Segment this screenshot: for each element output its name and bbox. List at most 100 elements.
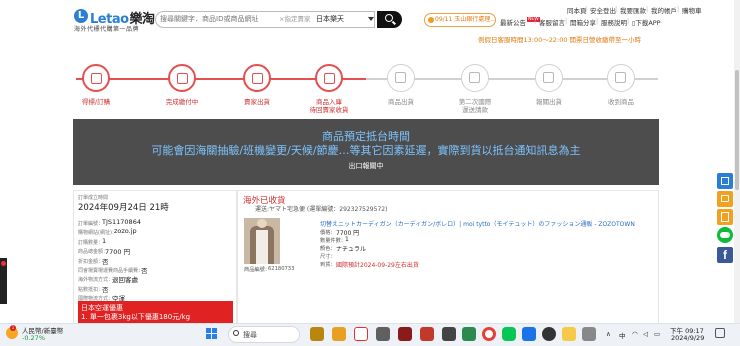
taskbar xyxy=(0,323,740,346)
truck-icon xyxy=(252,73,263,84)
taskbar-search[interactable] xyxy=(228,326,300,343)
start-button[interactable] xyxy=(205,327,219,341)
product-image[interactable] xyxy=(244,218,280,264)
folder-icon[interactable] xyxy=(332,327,346,341)
tracking-info[interactable]: 運送:ヤマト宅急便 (運單編號：292327529572) xyxy=(255,204,387,213)
announcement-pill[interactable]: 09/11 玉山銀行處理... xyxy=(424,13,496,27)
link-support[interactable]: 客服留言 xyxy=(539,17,565,27)
link-unboxing[interactable]: 開箱分享 xyxy=(570,17,596,27)
media-icon[interactable] xyxy=(398,327,412,341)
camera-icon[interactable] xyxy=(542,327,556,341)
step-label: 賣家出貨 xyxy=(244,98,270,106)
clock-icon xyxy=(428,17,434,23)
fee-label: 同會場賣場運費商品手續費： xyxy=(78,268,144,274)
order-id: TJS1170864 xyxy=(102,218,141,226)
product-link[interactable]: 切替えニットカーディガン（カーディガン/ボレロ）| moi tytto（モイテュ… xyxy=(320,219,635,228)
item-id: 62180733 xyxy=(268,266,295,272)
store-icon[interactable] xyxy=(442,327,456,341)
site-select[interactable]: 日本樂天 xyxy=(316,13,376,26)
pdf-icon[interactable] xyxy=(420,327,434,341)
line-button[interactable] xyxy=(717,227,733,243)
logo-tagline: 海外代標代購第一品牌 xyxy=(74,26,140,33)
color-label: 顏色： xyxy=(320,246,336,252)
order-date-label: 訂單成立時間 xyxy=(78,195,109,201)
banner-message: 可能會因海關抽驗/班機變更/天候/節慶…等其它因素延遲，實際到貨以抵台通知訊息為… xyxy=(151,144,581,157)
size-label: 尺寸： xyxy=(320,254,336,260)
app-icon[interactable] xyxy=(354,327,368,341)
chat-icon xyxy=(721,195,729,202)
sheets-icon[interactable] xyxy=(462,327,476,341)
note-button[interactable] xyxy=(717,209,733,225)
clock-date[interactable]: 2024/9/29 xyxy=(671,334,704,342)
ship-icon xyxy=(395,72,406,83)
terminal-icon[interactable] xyxy=(376,327,390,341)
edge-icon[interactable] xyxy=(522,327,536,341)
qty-label: 訂購數量： xyxy=(78,240,104,246)
eta-label: 到貨： xyxy=(320,262,336,268)
volume-icon[interactable]: ◁ xyxy=(643,330,648,338)
search-input[interactable] xyxy=(160,13,280,25)
step-label: 報關出貨 xyxy=(536,98,562,106)
step-1 xyxy=(82,64,110,92)
link-app[interactable]: ▯下載APP xyxy=(632,17,661,27)
search-icon xyxy=(233,330,239,336)
link-account[interactable]: 我的帳戶 xyxy=(651,5,677,15)
search-button[interactable] xyxy=(377,11,402,28)
logo-icon[interactable]: L xyxy=(74,9,88,23)
document-icon xyxy=(469,72,480,83)
grid-icon xyxy=(721,177,729,185)
hand-heart-icon xyxy=(615,72,626,83)
settings-icon[interactable] xyxy=(582,327,596,341)
item-id-label: 商品編號： xyxy=(244,267,270,273)
file-explorer-icon[interactable] xyxy=(310,327,324,341)
clipboard-icon xyxy=(543,72,554,83)
link-logout[interactable]: 安全登出 xyxy=(590,5,616,15)
chevron-down-icon xyxy=(368,17,374,21)
site-value: zozo.jp xyxy=(114,227,137,235)
order-id-label: 訂單編號： xyxy=(78,221,104,227)
notification-badge: 1 xyxy=(10,325,16,331)
share-button[interactable] xyxy=(717,173,733,189)
notification-bell-icon[interactable] xyxy=(715,328,725,338)
facebook-icon: f xyxy=(723,248,727,262)
order-date: 2024年09月24日 21時 xyxy=(78,203,169,213)
fee-value: 否 xyxy=(141,267,148,275)
link-remit[interactable]: 我要匯款 xyxy=(620,5,646,15)
price-label: 價格： xyxy=(320,230,336,236)
coupon-label: 折扣金額： xyxy=(78,259,104,265)
step-label: 完成繳付中 xyxy=(165,98,199,106)
promo-line: 1. 單一包裹3kg以下優惠180元/kg xyxy=(81,313,191,321)
chevron-up-icon[interactable]: ∧ xyxy=(606,330,611,338)
seller-filter-tag[interactable]: ×指定賣家 xyxy=(279,13,310,25)
link-help[interactable]: 服務說明 xyxy=(601,17,627,27)
link-same-page[interactable]: 同本頁 xyxy=(567,5,587,15)
wifi-icon[interactable]: ◠ xyxy=(632,330,638,338)
eta-value: 國際預計2024-09-29左右出貨 xyxy=(336,262,419,269)
message-button[interactable] xyxy=(717,191,733,207)
chrome-icon[interactable] xyxy=(482,327,496,341)
banner-status: 出口報關中 xyxy=(348,162,384,170)
total-value: 7700 円 xyxy=(105,248,131,256)
service-hours: 例假日客服時間13:00～22:00 開票日營收繳帶至一小時 xyxy=(478,36,642,44)
handshake-icon xyxy=(177,73,188,84)
side-widget-tab[interactable] xyxy=(0,258,7,304)
step-label: 收到商品 xyxy=(608,98,634,106)
qty-label: 數量件數： xyxy=(320,238,346,244)
line-app-icon[interactable] xyxy=(502,327,516,341)
notes-icon[interactable] xyxy=(562,327,576,341)
battery-icon[interactable]: ▭ xyxy=(654,330,660,338)
widget-change: -0.27% xyxy=(22,334,45,342)
scrollbar-thumb[interactable] xyxy=(735,70,739,190)
step-8 xyxy=(607,64,635,92)
input-language[interactable]: 中 xyxy=(619,330,626,340)
step-3 xyxy=(243,64,271,92)
points-value: 否 xyxy=(102,286,109,294)
step-2 xyxy=(168,64,196,92)
qty-value: 1 xyxy=(345,236,349,243)
color-value: ナチュラル xyxy=(336,246,367,253)
facebook-button[interactable]: f xyxy=(717,247,733,263)
step-7 xyxy=(535,64,563,92)
link-cart[interactable]: 購物車 xyxy=(682,5,702,15)
step-label: 第二次國際 運送請款 xyxy=(458,98,492,114)
note-icon xyxy=(721,212,729,222)
